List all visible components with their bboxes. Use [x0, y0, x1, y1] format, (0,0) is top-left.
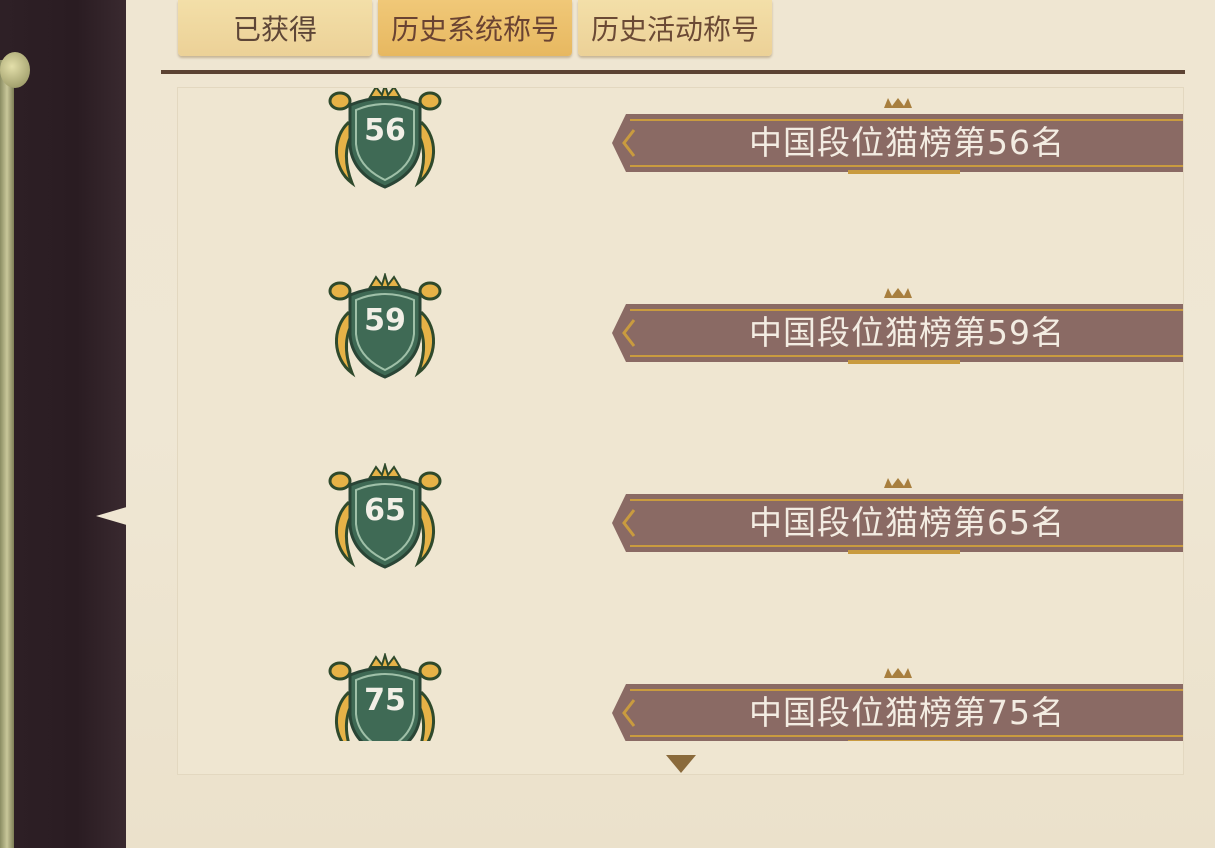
title-list[interactable]: 56 中国段位猫榜第56名 59 中国段位猫榜第59名 65 中国段位猫榜第65名 75 中国…: [177, 87, 1184, 775]
title-ribbon: 中国段位猫榜第75名: [612, 664, 1183, 741]
title-row[interactable]: 65 中国段位猫榜第65名: [178, 378, 1183, 569]
title-text: 中国段位猫榜第56名: [749, 123, 1065, 162]
tab-history-system-label: 历史系统称号: [390, 13, 559, 46]
title-text: 中国段位猫榜第75名: [749, 693, 1065, 732]
rank-badge-icon: 75: [326, 651, 444, 741]
title-list-viewport: 56 中国段位猫榜第56名 59 中国段位猫榜第59名 65 中国段位猫榜第65名 75 中国…: [178, 88, 1183, 741]
rank-number: 56: [364, 113, 406, 148]
flag-pole-decoration: [0, 60, 14, 848]
tab-obtained[interactable]: 已获得: [178, 0, 372, 56]
flag-pole-cap-icon: [0, 52, 30, 88]
title-ribbon: 中国段位猫榜第59名: [612, 284, 1183, 364]
scroll-down-icon[interactable]: [666, 755, 696, 773]
title-text: 中国段位猫榜第65名: [749, 503, 1065, 542]
title-row[interactable]: 59 中国段位猫榜第59名: [178, 188, 1183, 379]
title-tabs: 已获得 历史系统称号 历史活动称号: [178, 0, 772, 56]
rank-number: 65: [364, 493, 406, 528]
rank-badge-icon: 56: [326, 88, 444, 193]
tab-divider: [161, 70, 1185, 74]
tab-history-event-label: 历史活动称号: [590, 13, 759, 46]
title-ribbon: 中国段位猫榜第65名: [612, 474, 1183, 554]
rank-number: 75: [364, 683, 406, 718]
rank-badge-icon: 59: [326, 271, 444, 383]
tab-obtained-label: 已获得: [232, 13, 317, 46]
parchment-notch: [96, 506, 130, 526]
title-text: 中国段位猫榜第59名: [749, 313, 1065, 352]
title-row[interactable]: 56 中国段位猫榜第56名: [178, 88, 1183, 189]
left-sidebar-background: [0, 0, 128, 848]
title-row[interactable]: 75 中国段位猫榜第75名: [178, 568, 1183, 741]
rank-number: 59: [364, 303, 406, 338]
tab-history-event-titles[interactable]: 历史活动称号: [578, 0, 772, 56]
tab-history-system-titles[interactable]: 历史系统称号: [378, 0, 572, 56]
rank-badge-icon: 65: [326, 461, 444, 573]
title-ribbon: 中国段位猫榜第56名: [612, 94, 1183, 174]
